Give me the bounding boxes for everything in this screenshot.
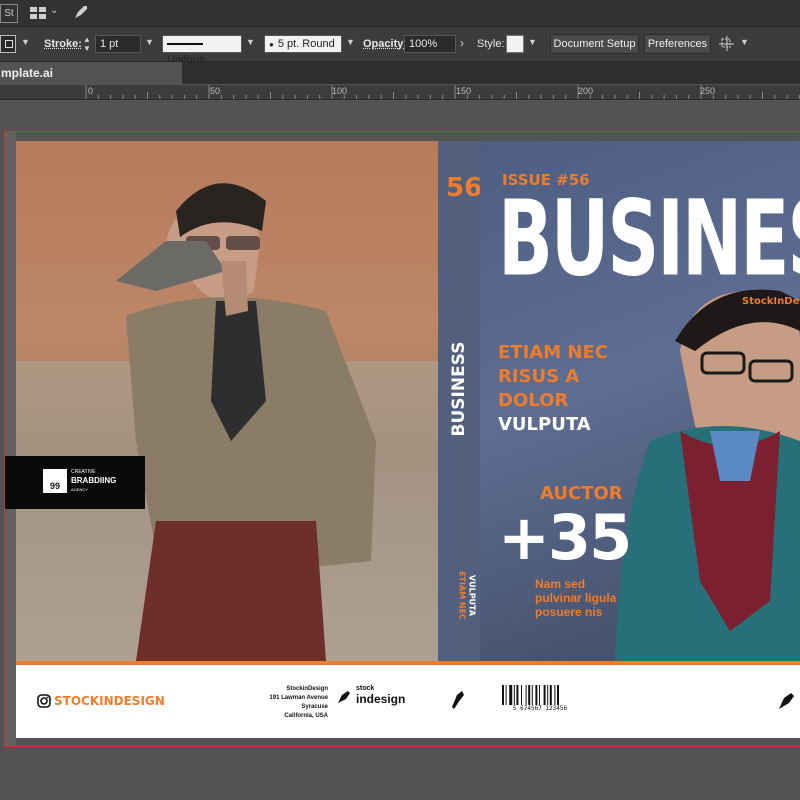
ruler-label: 0 [88,86,94,96]
chevron-down-icon[interactable]: ▼ [246,37,255,47]
opacity-label[interactable]: Opacity: [363,38,407,50]
ruler-ticks [85,85,800,99]
barcode-icon [502,685,559,705]
sub-line3: posuere nis [535,605,603,619]
logo-big-text: indesign [356,692,406,706]
document-setup-button[interactable]: Document Setup [550,34,639,54]
masthead: BUSINES [498,177,800,300]
spine-line1: ETIAM NEC [457,571,467,620]
app-menu-bar: St ⌄ [0,0,800,27]
stroke-swatch[interactable] [0,35,16,53]
chevron-down-icon[interactable]: ▼ [740,37,749,47]
ruler-label: 250 [700,86,716,96]
headline-line4: VULPUTA [498,414,591,435]
footer-strip[interactable]: STOCKINDESIGN StockinDesign 191 Lawman A… [16,665,800,738]
chevron-down-icon[interactable]: ▼ [21,37,30,47]
magazine-spine[interactable]: 56 BUSINESS ETIAM NEC VULPUTA [438,141,483,661]
spine-title: BUSINESS [449,341,469,437]
spine-line2: VULPUTA [467,574,477,617]
chevron-down-icon[interactable]: ▼ [346,37,355,47]
ruler-label: 50 [210,86,221,96]
spine-issue-number: 56 [446,173,483,203]
brush-label: 5 pt. Round [277,38,335,50]
logo-line1: CREATIVE [71,469,96,475]
style-label: Style: [477,38,505,50]
address-line4: California, USA [284,713,328,719]
ruler-label: 100 [332,86,348,96]
instagram-handle: STOCKINDESIGN [54,694,165,708]
stock-button[interactable]: St [0,4,18,23]
opacity-input[interactable]: 100% [404,35,456,53]
graphic-style-swatch[interactable] [506,35,524,53]
rocket-icon[interactable] [72,3,90,21]
sub-block: Nam sed pulvinar ligula posuere nis [535,577,616,619]
headline-block: ETIAM NEC RISUS A DOLOR VULPUTA [498,341,608,437]
ruler-label: 200 [578,86,594,96]
brush-definition[interactable]: ● 5 pt. Round [264,35,342,53]
back-cover-photo[interactable] [16,141,438,661]
big-number: +35 [498,501,632,574]
ruler-label: 150 [456,86,472,96]
pen-nib-icon [452,691,464,709]
variable-width-profile[interactable]: Uniform [162,35,242,66]
stepper-icon[interactable]: ▲ ▼ [83,35,91,53]
address-block: StockinDesign 191 Lawman Avenue Syracuse… [256,685,328,721]
headline-line1: ETIAM NEC [498,342,608,363]
chevron-down-icon[interactable]: ⌄ [50,5,58,16]
chevron-right-icon[interactable]: › [460,36,464,50]
horizontal-ruler: 0 50 100 150 200 250 [0,85,800,100]
agency-logo[interactable]: 99 CREATIVE BRABDIING AGENCY [5,456,145,509]
instagram-icon [37,694,51,708]
address-line3: Syracuse [301,704,328,710]
brand-label: StockInDesign [742,296,800,307]
sub-line2: pulvinar ligula [535,591,617,605]
stroke-label[interactable]: Stroke: [44,38,82,50]
man-in-blazer-image [16,141,438,661]
brand-logo-icon [779,693,794,709]
preferences-button[interactable]: Preferences [644,34,711,54]
chevron-down-icon[interactable]: ▼ [145,37,154,47]
barcode-digits: 5 674567 123456 [512,705,568,712]
workspace-layout-icon[interactable] [30,7,46,19]
address-line1: StockinDesign [286,686,328,692]
logo-small-text: stock [356,685,375,692]
front-cover[interactable]: ISSUE #56 BUSINES StockInDesign ETIAM NE… [480,141,800,661]
logo-line3: AGENCY [71,487,88,492]
magazine-cover-artboard[interactable]: 56 BUSINESS ETIAM NEC VULPUTA ISSUE #56 … [16,141,800,738]
chevron-down-icon[interactable]: ▼ [528,37,537,47]
headline-line3: DOLOR [498,390,569,411]
sub-line1: Nam sed [535,577,586,591]
control-bar: ▼ Stroke: ▲ ▼ 1 pt ▼ Uniform ▼ ● 5 pt. Rou… [0,27,800,66]
brand-logo-icon [338,691,350,703]
document-tab[interactable]: mplate.ai [0,62,182,84]
document-tab-bar: mplate.ai [0,62,800,84]
logo-number: 99 [43,469,67,493]
headline-line2: RISUS A [498,366,580,387]
transform-icon[interactable] [718,35,736,53]
stroke-weight-input[interactable]: 1 pt [95,35,141,53]
address-line2: 191 Lawman Avenue [269,695,328,701]
logo-line2: BRABDIING [71,476,117,485]
